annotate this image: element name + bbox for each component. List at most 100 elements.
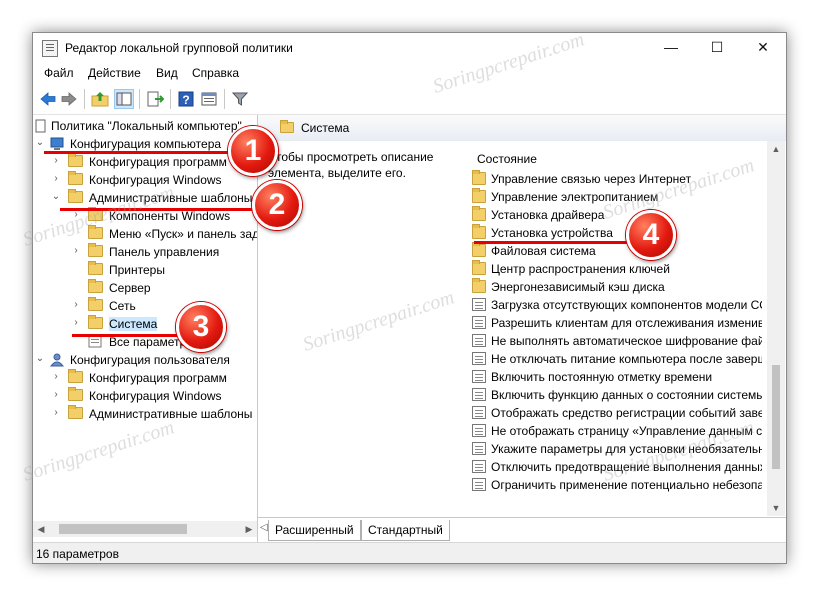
tree-item-server[interactable]: Сервер bbox=[33, 279, 257, 297]
tree-item-start-menu[interactable]: Меню «Пуск» и панель задач bbox=[33, 225, 257, 243]
column-header-state[interactable]: Состояние bbox=[477, 152, 537, 166]
folder-icon bbox=[88, 225, 103, 239]
tree-root-label: Политика "Локальный компьютер" bbox=[51, 119, 242, 133]
list-item-folder[interactable]: Управление электропитанием bbox=[472, 188, 762, 206]
policy-setting-icon bbox=[472, 334, 486, 347]
folder-icon bbox=[88, 261, 103, 275]
list-item-folder[interactable]: Файловая система bbox=[472, 242, 762, 260]
list-item-folder[interactable]: Установка устройства bbox=[472, 224, 762, 242]
tab-standard[interactable]: Стандартный bbox=[361, 520, 450, 541]
tree-item-printers[interactable]: Принтеры bbox=[33, 261, 257, 279]
properties-icon[interactable] bbox=[200, 90, 218, 108]
title-bar: Редактор локальной групповой политики — … bbox=[33, 33, 786, 62]
folder-icon bbox=[472, 170, 486, 185]
folder-icon bbox=[68, 171, 83, 185]
menu-action[interactable]: Действие bbox=[88, 66, 141, 80]
collapsed-arrow-icon[interactable]: › bbox=[51, 371, 61, 383]
policy-setting-icon bbox=[472, 370, 486, 383]
tree-item-label: Меню «Пуск» и панель задач bbox=[109, 227, 258, 241]
back-arrow-icon[interactable] bbox=[39, 90, 57, 108]
tree-item-user-windows[interactable]: › Конфигурация Windows bbox=[33, 387, 257, 405]
scroll-thumb[interactable] bbox=[59, 524, 187, 534]
menu-help[interactable]: Справка bbox=[192, 66, 239, 80]
scroll-thumb[interactable] bbox=[772, 365, 780, 469]
tree-horizontal-scrollbar[interactable]: ◀ ▶ bbox=[33, 521, 257, 537]
list-item-setting[interactable]: Ограничить применение потенциально небез… bbox=[472, 476, 762, 494]
filter-icon[interactable] bbox=[231, 90, 249, 108]
policy-setting-icon bbox=[472, 406, 486, 419]
collapsed-arrow-icon[interactable]: › bbox=[71, 317, 81, 329]
scroll-down-icon[interactable]: ▼ bbox=[767, 500, 785, 516]
policy-setting-icon bbox=[472, 478, 486, 491]
list-item-label: Укажите параметры для установки необязат… bbox=[491, 442, 762, 456]
menu-view[interactable]: Вид bbox=[156, 66, 178, 80]
details-header: Система bbox=[258, 115, 786, 141]
tab-scroll-icon: ◁ bbox=[260, 522, 268, 533]
list-item-folder[interactable]: Управление связью через Интернет bbox=[472, 170, 762, 188]
tree-item-software-settings[interactable]: › Конфигурация программ bbox=[33, 153, 257, 171]
list-item-setting[interactable]: Не отображать страницу «Управление данны… bbox=[472, 422, 762, 440]
list-item-folder[interactable]: Центр распространения ключей bbox=[472, 260, 762, 278]
policy-setting-icon bbox=[472, 352, 486, 365]
collapsed-arrow-icon[interactable]: › bbox=[71, 299, 81, 311]
up-folder-icon[interactable] bbox=[91, 90, 109, 108]
collapsed-arrow-icon[interactable]: › bbox=[51, 155, 61, 167]
minimize-button[interactable]: — bbox=[648, 33, 694, 62]
help-icon[interactable]: ? bbox=[177, 90, 195, 108]
maximize-button[interactable]: ☐ bbox=[694, 33, 740, 62]
list-item-setting[interactable]: Включить функцию данных о состоянии сист… bbox=[472, 386, 762, 404]
forward-arrow-icon[interactable] bbox=[60, 90, 78, 108]
list-item-setting[interactable]: Отключить предотвращение выполнения данн… bbox=[472, 458, 762, 476]
tree-item-user-config[interactable]: ⌄ Конфигурация пользователя bbox=[33, 351, 257, 369]
collapsed-arrow-icon[interactable]: › bbox=[71, 245, 81, 257]
list-item-setting[interactable]: Отображать средство регистрации событий … bbox=[472, 404, 762, 422]
window-title: Редактор локальной групповой политики bbox=[65, 41, 293, 55]
folder-icon bbox=[88, 279, 103, 293]
tab-extended[interactable]: Расширенный bbox=[268, 520, 361, 541]
list-item-setting[interactable]: Разрешить клиентам для отслеживания изме… bbox=[472, 314, 762, 332]
collapsed-arrow-icon[interactable]: › bbox=[51, 407, 61, 419]
collapsed-arrow-icon[interactable]: › bbox=[51, 173, 61, 185]
expand-arrow-icon[interactable]: ⌄ bbox=[51, 191, 61, 203]
tree-item-control-panel[interactable]: › Панель управления bbox=[33, 243, 257, 261]
scroll-left-icon[interactable]: ◀ bbox=[33, 521, 49, 537]
tree-root[interactable]: Политика "Локальный компьютер" bbox=[33, 117, 257, 135]
menu-file[interactable]: Файл bbox=[44, 66, 74, 80]
tree-item-windows-settings[interactable]: › Конфигурация Windows bbox=[33, 171, 257, 189]
scroll-right-icon[interactable]: ▶ bbox=[241, 521, 257, 537]
expand-arrow-icon[interactable]: ⌄ bbox=[35, 137, 45, 149]
tree-item-label: Конфигурация пользователя bbox=[70, 353, 230, 367]
scroll-up-icon[interactable]: ▲ bbox=[767, 141, 785, 157]
list-item-label: Установка драйвера bbox=[491, 208, 605, 222]
tree-item-label: Конфигурация программ bbox=[89, 155, 227, 169]
toolbar: ? bbox=[33, 84, 786, 115]
list-item-folder[interactable]: Энергонезависимый кэш диска bbox=[472, 278, 762, 296]
list-item-setting[interactable]: Не отключать питание компьютера после за… bbox=[472, 350, 762, 368]
list-item-label: Не отключать питание компьютера после за… bbox=[491, 352, 762, 366]
expand-arrow-icon[interactable]: ⌄ bbox=[35, 353, 45, 365]
folder-icon bbox=[68, 387, 83, 401]
status-text: 16 параметров bbox=[36, 547, 119, 561]
folder-icon bbox=[88, 297, 103, 311]
show-tree-icon[interactable] bbox=[114, 89, 134, 109]
list-item-setting[interactable]: Включить постоянную отметку времени bbox=[472, 368, 762, 386]
list-item-label: Центр распространения ключей bbox=[491, 262, 670, 276]
folder-icon bbox=[472, 224, 486, 239]
list-item-setting[interactable]: Не выполнять автоматическое шифрование ф… bbox=[472, 332, 762, 350]
collapsed-arrow-icon[interactable]: › bbox=[51, 389, 61, 401]
tree-item-admin-templates[interactable]: ⌄ Административные шаблоны bbox=[33, 189, 257, 207]
policy-setting-icon bbox=[472, 298, 486, 311]
list-item-setting[interactable]: Загрузка отсутствующих компонентов модел… bbox=[472, 296, 762, 314]
description-text: Чтобы просмотреть описание элемента, выд… bbox=[268, 150, 434, 180]
list-item-setting[interactable]: Укажите параметры для установки необязат… bbox=[472, 440, 762, 458]
export-icon[interactable] bbox=[146, 90, 165, 108]
tree-item-network[interactable]: › Сеть bbox=[33, 297, 257, 315]
tree-item-user-admin-templates[interactable]: › Административные шаблоны bbox=[33, 405, 257, 423]
close-button[interactable]: ✕ bbox=[740, 33, 786, 62]
tree-item-label: Система bbox=[109, 317, 158, 331]
tree-item-user-software[interactable]: › Конфигурация программ bbox=[33, 369, 257, 387]
list-item-label: Файловая система bbox=[491, 244, 596, 258]
list-vertical-scrollbar[interactable]: ▲ ▼ bbox=[767, 141, 785, 516]
list-item-folder[interactable]: Установка драйвера bbox=[472, 206, 762, 224]
status-bar: 16 параметров bbox=[33, 542, 786, 563]
